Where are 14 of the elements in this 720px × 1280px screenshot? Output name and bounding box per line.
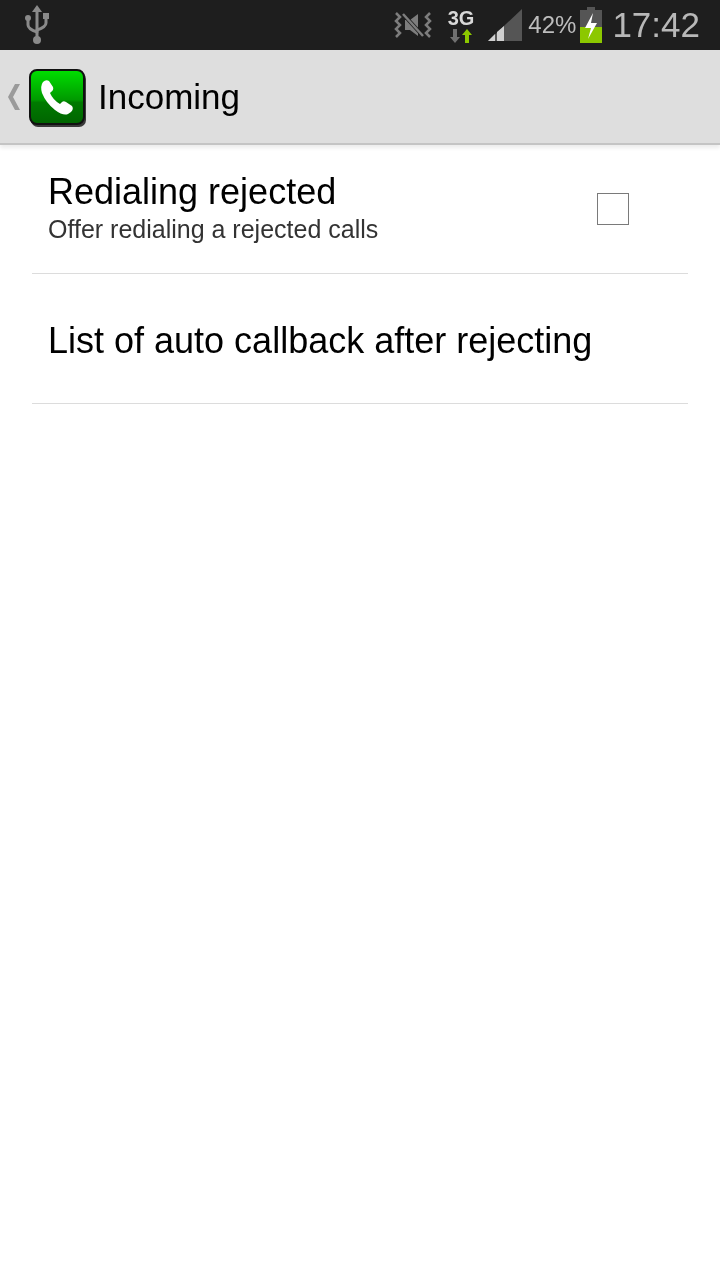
usb-icon [24, 5, 50, 45]
preference-title[interactable]: List of auto callback after rejecting [48, 319, 593, 362]
data-arrows-icon [450, 29, 472, 43]
phone-icon[interactable] [29, 69, 87, 128]
clock: 17:42 [612, 4, 700, 46]
checkbox[interactable] [597, 193, 629, 225]
battery-percent: 42% [528, 11, 577, 39]
silent-vibrate-icon [393, 11, 432, 39]
preference-summary: Offer redialing a rejected calls [48, 214, 380, 245]
battery-charging-icon [580, 7, 603, 43]
network-type: 3G [447, 7, 475, 29]
preference-title: Redialing rejected [48, 171, 338, 213]
screen-title: Incoming [98, 75, 241, 118]
signal-icon [488, 9, 523, 41]
